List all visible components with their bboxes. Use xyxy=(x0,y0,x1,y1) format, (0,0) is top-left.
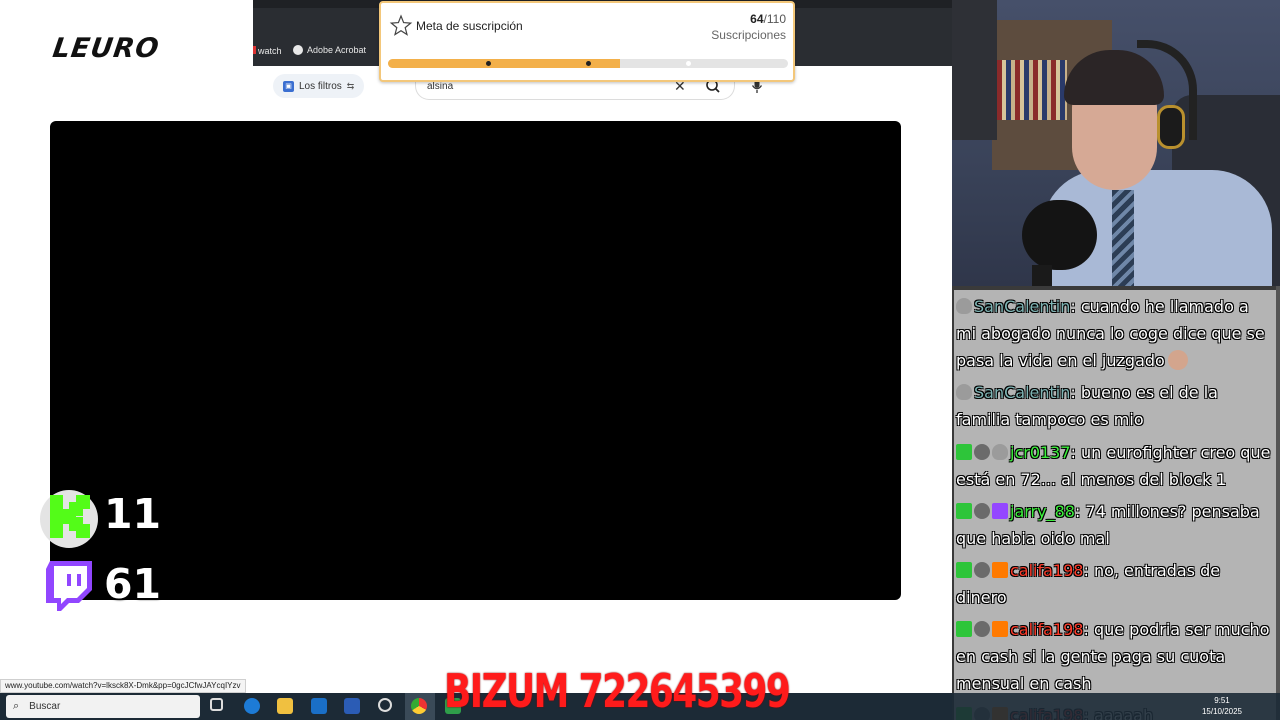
app-icon[interactable] xyxy=(378,698,392,712)
goal-milestone xyxy=(486,61,491,66)
star-icon xyxy=(389,14,413,36)
search-icon: ⌕ xyxy=(13,700,20,712)
goal-milestone xyxy=(586,61,591,66)
word-icon[interactable] xyxy=(344,698,360,714)
books xyxy=(997,60,1067,120)
goal-progress-bar xyxy=(388,59,788,68)
chat-message: jcr0137: un eurofighter creo que está en… xyxy=(954,436,1278,496)
clock[interactable]: 9:51 15/10/2025 xyxy=(1202,695,1242,717)
file-explorer-icon[interactable] xyxy=(277,698,293,714)
bookmark-favicon xyxy=(253,46,256,54)
sub-badge-icon xyxy=(974,503,990,519)
filters-button[interactable]: ▣ Los filtros ⇆ xyxy=(273,74,365,98)
outlook-icon[interactable] xyxy=(311,698,327,714)
chat-message: SanCalentin: bueno es el de la familia t… xyxy=(954,376,1278,436)
mod-badge-icon xyxy=(956,503,972,519)
chat-message: califa198: no, entradas de dinero xyxy=(954,554,1278,614)
chat-username[interactable]: SanCalentin xyxy=(974,383,1070,402)
acrobat-icon xyxy=(293,45,303,55)
chat-message: SanCalentin: cuando he llamado a mi abog… xyxy=(954,290,1278,377)
chat-message: jarry_88: 74 millones? pensaba que habia… xyxy=(954,495,1278,555)
kick-viewer-count: 11 xyxy=(104,490,162,538)
headphone-cup xyxy=(1157,105,1185,149)
goal-milestone xyxy=(686,61,691,66)
goal-title: Meta de suscripción xyxy=(416,19,523,33)
emote-icon xyxy=(1167,350,1188,370)
brand-panel: LEURO xyxy=(0,0,253,100)
task-view-icon[interactable] xyxy=(210,698,223,711)
chat-panel: SanCalentin: cuando he llamado a mi abog… xyxy=(952,286,1280,720)
kick-icon xyxy=(50,495,90,538)
clock-time: 9:51 xyxy=(1214,696,1230,705)
microphone xyxy=(1022,200,1097,270)
shield-badge-icon xyxy=(992,444,1008,460)
edge-icon[interactable] xyxy=(244,698,260,714)
goal-target: /110 xyxy=(763,12,786,26)
mod-badge-icon xyxy=(956,444,972,460)
chat-username[interactable]: jcr0137 xyxy=(1010,443,1071,462)
chat-scrollbar[interactable] xyxy=(1276,286,1280,720)
mod-badge-icon xyxy=(956,621,972,637)
sub-badge-icon xyxy=(974,562,990,578)
search-value: alsina xyxy=(427,81,454,92)
system-tray: 9:51 15/10/2025 xyxy=(952,693,1280,720)
subscription-goal-widget: Meta de suscripción 64/110 Suscripciones xyxy=(379,1,795,82)
orange-badge-icon xyxy=(992,562,1008,578)
shield-badge-icon xyxy=(956,298,972,314)
gift-badge-icon xyxy=(992,503,1008,519)
taskbar-search-input[interactable]: ⌕ Buscar xyxy=(6,695,200,718)
chrome-icon[interactable] xyxy=(411,698,427,714)
clock-date: 15/10/2025 xyxy=(1201,707,1242,716)
twitch-viewer-count: 61 xyxy=(104,560,162,608)
orange-badge-icon xyxy=(992,621,1008,637)
goal-unit: Suscripciones xyxy=(711,28,786,42)
chat-username[interactable]: jarry_88 xyxy=(1010,502,1075,521)
filters-app-icon: ▣ xyxy=(283,80,294,92)
shield-badge-icon xyxy=(956,384,972,400)
stream-layout: LEURO watch Adobe Acrobat ▣ Los filtros … xyxy=(0,0,1280,720)
chat-username[interactable]: califa198 xyxy=(1010,620,1083,639)
bookmark-watch[interactable]: watch xyxy=(258,46,282,56)
goal-count: 64/110 xyxy=(750,12,786,26)
brand-logo: LEURO xyxy=(50,33,162,64)
taskbar-search-placeholder: Buscar xyxy=(29,701,61,712)
webcam-feed xyxy=(952,0,1280,286)
bookmark-label: Adobe Acrobat xyxy=(307,45,367,55)
sub-badge-icon xyxy=(974,621,990,637)
sub-badge-icon xyxy=(974,444,990,460)
goal-current: 64 xyxy=(750,12,764,26)
link-status-bar: www.youtube.com/watch?v=lksck8X-Dmk&pp=0… xyxy=(0,679,246,693)
tune-icon: ⇆ xyxy=(346,80,355,91)
bookmark-adobe-acrobat[interactable]: Adobe Acrobat xyxy=(293,45,366,55)
chat-username[interactable]: califa198 xyxy=(1010,561,1083,580)
video-player[interactable] xyxy=(50,121,901,600)
twitch-icon xyxy=(46,561,92,611)
lamp xyxy=(952,0,997,140)
streamer-tie xyxy=(1112,190,1134,286)
chat-message: califa198: que podria ser mucho en cash … xyxy=(954,613,1278,700)
chat-username[interactable]: SanCalentin xyxy=(974,297,1070,316)
filters-label: Los filtros xyxy=(299,80,342,92)
bizum-donation-banner: BIZUM 722645399 xyxy=(444,664,791,718)
mod-badge-icon xyxy=(956,562,972,578)
microphone-arm xyxy=(1032,265,1052,286)
